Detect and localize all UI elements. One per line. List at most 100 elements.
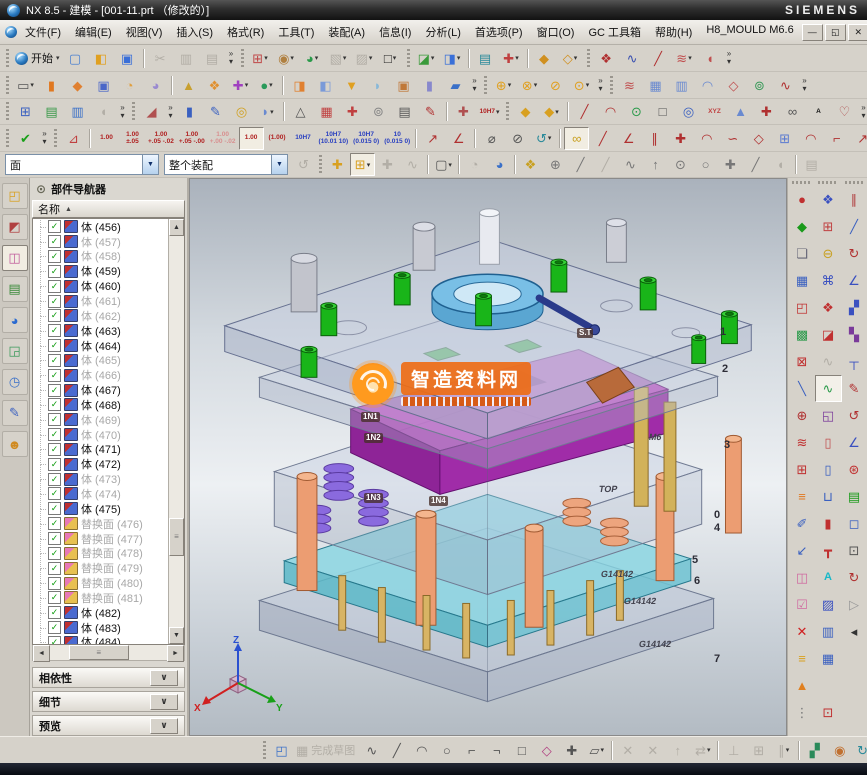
- combo-arrow-icon[interactable]: ▼: [271, 155, 287, 174]
- circle-button[interactable]: ⊙: [624, 100, 649, 123]
- item-checkbox[interactable]: ✓: [48, 339, 61, 352]
- snap-slash-button[interactable]: ╱: [743, 153, 768, 176]
- ok-check-button[interactable]: ✔: [13, 127, 38, 150]
- item-checkbox[interactable]: ✓: [48, 621, 61, 634]
- item-checkbox[interactable]: ✓: [48, 487, 61, 500]
- navigator-item[interactable]: ✓替换面 (476): [33, 516, 168, 531]
- background-color-button[interactable]: □▾: [378, 47, 403, 70]
- item-checkbox[interactable]: ✓: [48, 606, 61, 619]
- navigator-item[interactable]: ✓体 (482): [33, 605, 168, 620]
- item-checkbox[interactable]: ✓: [48, 384, 61, 397]
- scroll-thumb[interactable]: ≡: [169, 518, 184, 556]
- small-arrow-button[interactable]: ◂: [841, 618, 867, 645]
- triangle-tool-button[interactable]: △: [288, 100, 313, 123]
- through-curves-button[interactable]: ≋: [617, 74, 642, 97]
- menu-item[interactable]: 窗口(O): [530, 21, 582, 43]
- gear-target-button[interactable]: ⊛: [841, 456, 867, 483]
- snap-point-button[interactable]: ✚: [325, 153, 350, 176]
- taper-angle-button[interactable]: ∠: [446, 127, 471, 150]
- history-tab[interactable]: ◷: [2, 369, 28, 395]
- slope-button[interactable]: ↗: [420, 127, 445, 150]
- sketch-task-button[interactable]: ◰: [269, 739, 294, 762]
- part-navigator-tab[interactable]: ◫: [2, 245, 28, 271]
- pattern-feature-button[interactable]: ●▾: [254, 74, 279, 97]
- horizontal-scrollbar[interactable]: ◄ ≡ ►: [32, 645, 185, 661]
- tag-button[interactable]: ◖: [91, 100, 116, 123]
- show-constraints-button[interactable]: ∥▾: [771, 739, 796, 762]
- menu-item[interactable]: 编辑(E): [68, 21, 119, 43]
- type-filter-combo[interactable]: 面 ▼: [5, 154, 159, 175]
- heart-curve-button[interactable]: ♡: [832, 100, 857, 123]
- item-checkbox[interactable]: ✓: [48, 532, 61, 545]
- profile-button[interactable]: ∿: [359, 739, 384, 762]
- snap-line2-button[interactable]: ╱: [593, 153, 618, 176]
- item-checkbox[interactable]: ✓: [48, 577, 61, 590]
- sketch-line-button[interactable]: ╱: [384, 739, 409, 762]
- color-grid-button[interactable]: ▩: [789, 321, 816, 348]
- roles-tab[interactable]: ☻: [2, 431, 28, 457]
- menu-item[interactable]: GC 工具箱: [581, 21, 648, 43]
- save-button[interactable]: ▣: [115, 47, 140, 70]
- web-browser-tab[interactable]: ◕: [2, 307, 28, 333]
- teal-undo-button[interactable]: ↺▾: [531, 127, 556, 150]
- scroll-track[interactable]: ≡: [169, 236, 184, 627]
- item-checkbox[interactable]: ✓: [48, 502, 61, 515]
- navigator-item[interactable]: ✓体 (463): [33, 323, 168, 338]
- fit-10h7-limits-button[interactable]: 10H7 (10.01 10): [317, 127, 351, 150]
- navigator-item[interactable]: ✓体 (466): [33, 368, 168, 383]
- delete-x-button[interactable]: ✕: [789, 618, 816, 645]
- red-tee-button[interactable]: ┳: [815, 537, 842, 564]
- branch-curve-button[interactable]: ✚: [754, 100, 779, 123]
- toolbar-overflow-icon[interactable]: »▾: [469, 75, 480, 96]
- marker-box-button[interactable]: ⊡: [841, 537, 867, 564]
- sketch-button[interactable]: ▭▾: [13, 74, 38, 97]
- command-key-button[interactable]: ⌘: [815, 267, 842, 294]
- diag-line-button[interactable]: ╲: [789, 375, 816, 402]
- toolbar-overflow-icon[interactable]: »▾: [226, 48, 237, 69]
- menu-item[interactable]: 文件(F): [18, 21, 68, 43]
- expressions-button[interactable]: ✚: [340, 100, 365, 123]
- snap-reset-button[interactable]: ↺: [291, 153, 316, 176]
- draft-button[interactable]: ▮: [417, 74, 442, 97]
- navigator-item[interactable]: ✓体 (483): [33, 620, 168, 635]
- scroll-up-icon[interactable]: ▲: [169, 219, 184, 236]
- restore-button[interactable]: ◱: [825, 24, 846, 41]
- navigator-item[interactable]: ✓体 (465): [33, 353, 168, 368]
- diameter-button[interactable]: ⌀: [479, 127, 504, 150]
- red-books-button[interactable]: ◰: [789, 294, 816, 321]
- green-diamond-button[interactable]: ◆: [789, 213, 816, 240]
- linked-squares-button[interactable]: ▞: [841, 294, 867, 321]
- graphics-window[interactable]: 1N11N21N31N4S.TTOPM6G14142G14142G1414212…: [189, 178, 787, 736]
- wireframe-button[interactable]: ▨▾: [352, 47, 377, 70]
- band-ellipse-button[interactable]: ⊖: [815, 240, 842, 267]
- navigator-item[interactable]: ✓替换面 (481): [33, 590, 168, 605]
- quad-squares-button[interactable]: ▚: [841, 321, 867, 348]
- tee-button[interactable]: ┬: [841, 348, 867, 375]
- line-button[interactable]: ╱: [572, 100, 597, 123]
- sketch-circle-button[interactable]: ○: [434, 739, 459, 762]
- quick-extend-button[interactable]: ✕: [640, 739, 665, 762]
- pen-angle-button[interactable]: ✎: [841, 375, 867, 402]
- corner-feature-button[interactable]: ⊿: [61, 127, 86, 150]
- screen-layout-button[interactable]: ⊞▾: [248, 47, 273, 70]
- point-button[interactable]: ✚▾: [228, 74, 253, 97]
- line-tool-button[interactable]: ╱: [646, 47, 671, 70]
- arc-button[interactable]: ◠: [598, 100, 623, 123]
- navigator-item[interactable]: ✓体 (464): [33, 338, 168, 353]
- item-checkbox[interactable]: ✓: [48, 265, 61, 278]
- rectangle-button[interactable]: □: [650, 100, 675, 123]
- datum-plane-button[interactable]: ▲: [176, 74, 201, 97]
- pen-tool-button[interactable]: ✎: [203, 100, 228, 123]
- sphere-button[interactable]: ◔: [117, 74, 142, 97]
- fan-curves-button[interactable]: ≋▾: [672, 47, 697, 70]
- constraint-concentric-button[interactable]: ◠: [798, 127, 823, 150]
- menu-item[interactable]: 帮助(H): [648, 21, 699, 43]
- make-corner-button[interactable]: ↑: [665, 739, 690, 762]
- constraint-equal-button[interactable]: ∽: [720, 127, 745, 150]
- toolbar-overflow-icon[interactable]: »▾: [117, 101, 128, 122]
- grid-box-button[interactable]: ▦: [815, 645, 842, 672]
- paste-button[interactable]: ▤: [200, 47, 225, 70]
- hscroll-track[interactable]: ≡: [50, 645, 167, 660]
- toolbar-overflow-icon[interactable]: »▾: [595, 75, 606, 96]
- section-surface-button[interactable]: ▲: [728, 100, 753, 123]
